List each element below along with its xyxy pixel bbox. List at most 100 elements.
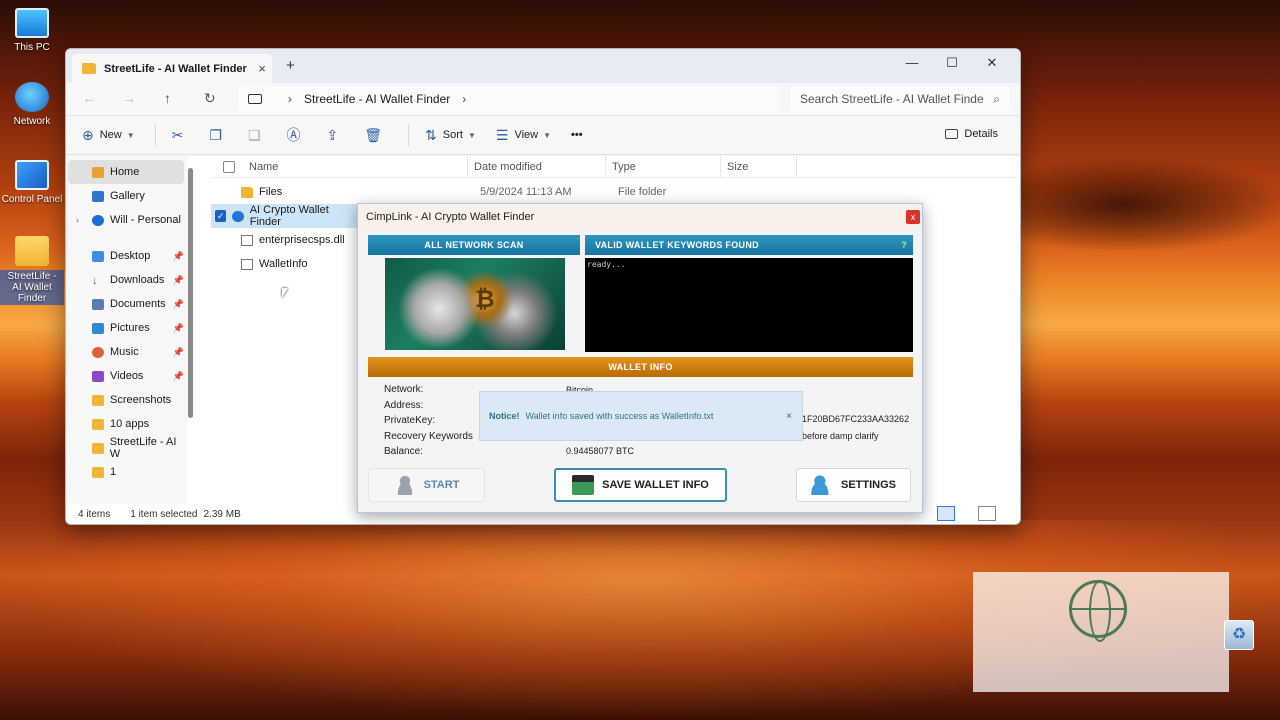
- dialog-close-button[interactable]: x: [906, 210, 920, 224]
- select-all-checkbox[interactable]: [223, 160, 235, 173]
- search-input[interactable]: Search StreetLife - AI Wallet Finde ⌕: [790, 86, 1010, 112]
- tiles-view-button[interactable]: [978, 506, 996, 521]
- chevron-right-icon[interactable]: ›: [462, 92, 466, 106]
- network-label: Network:: [384, 384, 424, 395]
- file-row-selected[interactable]: ✓ AI Crypto Wallet Finder: [211, 204, 357, 228]
- desktop-icon-label: StreetLife - AI Wallet Finder: [0, 270, 64, 305]
- column-type[interactable]: Type: [606, 155, 721, 178]
- forward-button[interactable]: →: [122, 90, 136, 106]
- start-button[interactable]: START: [368, 468, 485, 502]
- chevron-right-icon[interactable]: ›: [76, 215, 79, 225]
- desktop-icon-control-panel[interactable]: Control Panel: [0, 160, 64, 205]
- details-pane-button[interactable]: Details: [945, 128, 998, 140]
- notice-title: Notice!: [489, 411, 520, 421]
- copy-button[interactable]: ❐: [209, 127, 228, 144]
- recovery-label: Recovery Keywords: [384, 431, 473, 442]
- share-button[interactable]: ⇪: [327, 127, 345, 144]
- text-file-icon: [241, 258, 253, 270]
- dialog-titlebar: CimpLink - AI Crypto Wallet Finder x: [358, 204, 922, 229]
- new-label: New: [99, 129, 122, 141]
- pin-icon: 📌: [172, 298, 184, 309]
- file-name: Files: [259, 186, 283, 198]
- details-view-button[interactable]: [937, 506, 955, 521]
- desktop-icon-this-pc[interactable]: This PC: [0, 8, 64, 53]
- tab-streetlife[interactable]: StreetLife - AI Wallet Finder ×: [72, 54, 272, 83]
- folder-icon: [92, 394, 104, 406]
- sidebar-item-10-apps[interactable]: 10 apps: [66, 412, 188, 436]
- column-size[interactable]: Size: [721, 155, 797, 178]
- window-controls: — ☐ ✕: [892, 53, 1012, 73]
- sidebar-item-desktop[interactable]: Desktop 📌: [66, 244, 188, 268]
- start-label: START: [423, 479, 460, 491]
- up-button[interactable]: ↑: [164, 90, 171, 106]
- tab-close-button[interactable]: ×: [252, 61, 272, 76]
- command-bar: ⊕ New ▼ ✂ ❐ ❏ Ⓐ ⇪ 🗑 ⇅ Sort ▼ ☰ View ▼ ••…: [66, 115, 1020, 155]
- sidebar-item-videos[interactable]: Videos 📌: [66, 364, 188, 388]
- user-icon: [393, 475, 416, 495]
- sidebar-item-pictures[interactable]: Pictures 📌: [66, 316, 188, 340]
- checkbox-checked-icon[interactable]: ✓: [215, 210, 227, 222]
- folder-icon: [92, 442, 104, 454]
- sidebar-item-gallery[interactable]: Gallery: [66, 184, 188, 208]
- mouse-cursor: [282, 288, 288, 298]
- new-button[interactable]: ⊕ New ▼: [82, 127, 135, 144]
- sidebar-item-downloads[interactable]: ↓ Downloads 📌: [66, 268, 188, 292]
- paste-button[interactable]: ❏: [248, 127, 267, 144]
- sidebar-item-home[interactable]: Home: [68, 160, 184, 184]
- maximize-button[interactable]: ☐: [932, 53, 972, 73]
- keywords-console: ready...: [585, 258, 913, 352]
- desktop-icon-streetlife-folder[interactable]: StreetLife - AI Wallet Finder: [0, 236, 64, 305]
- more-options-button[interactable]: •••: [571, 129, 583, 141]
- recycle-bin-icon[interactable]: ♻: [1224, 620, 1254, 650]
- folder-icon: [82, 63, 96, 74]
- desktop-icon-label: Control Panel: [1, 194, 63, 205]
- help-icon[interactable]: ?: [901, 235, 907, 255]
- refresh-button[interactable]: ↻: [204, 90, 216, 107]
- file-type: File folder: [618, 186, 667, 198]
- sidebar-item-label: Desktop: [110, 250, 151, 262]
- pin-icon: 📌: [172, 322, 184, 333]
- recovery-value: before damp clarify: [802, 431, 879, 441]
- address-label: Address:: [384, 400, 424, 411]
- sidebar-scrollbar[interactable]: [188, 168, 193, 418]
- rename-button[interactable]: Ⓐ: [287, 125, 307, 145]
- address-path: StreetLife - AI Wallet Finder: [304, 92, 451, 106]
- sidebar-item-onedrive[interactable]: › Will - Personal: [66, 208, 188, 232]
- minimize-button[interactable]: —: [892, 53, 932, 73]
- column-date-modified[interactable]: Date modified: [468, 155, 606, 178]
- sidebar-item-documents[interactable]: Documents 📌: [66, 292, 188, 316]
- address-input[interactable]: › StreetLife - AI Wallet Finder ›: [238, 86, 780, 112]
- address-bar-row: ← → ↑ ↻ › StreetLife - AI Wallet Finder …: [66, 83, 1020, 115]
- notice-toast: Notice! Wallet info saved with success a…: [479, 391, 803, 441]
- save-wallet-info-button[interactable]: SAVE WALLET INFO: [554, 468, 727, 502]
- videos-icon: [92, 370, 104, 382]
- sort-button[interactable]: ⇅ Sort ▼: [425, 127, 476, 144]
- delete-button[interactable]: 🗑: [364, 127, 388, 144]
- rename-icon: Ⓐ: [286, 127, 301, 143]
- tab-bar: StreetLife - AI Wallet Finder × + — ☐ ✕: [66, 49, 1020, 83]
- column-name[interactable]: Name: [243, 155, 468, 178]
- copy-icon: ❐: [209, 126, 222, 143]
- close-window-button[interactable]: ✕: [972, 53, 1012, 73]
- sidebar-item-music[interactable]: Music 📌: [66, 340, 188, 364]
- download-icon: ↓: [92, 274, 98, 287]
- desktop-icon-network[interactable]: Network: [0, 82, 64, 127]
- gallery-icon: [92, 190, 104, 202]
- sidebar-item-1[interactable]: 1: [66, 460, 188, 484]
- file-row[interactable]: Files 5/9/2024 11:13 AM File folder: [211, 180, 1020, 204]
- sidebar-item-streetlife[interactable]: StreetLife - AI W: [66, 436, 188, 460]
- notice-close-button[interactable]: ×: [786, 411, 792, 422]
- cut-button[interactable]: ✂: [172, 127, 190, 144]
- back-button[interactable]: ←: [82, 90, 96, 106]
- sidebar-item-label: Gallery: [110, 190, 145, 202]
- dialog-title: CimpLink - AI Crypto Wallet Finder: [366, 210, 535, 223]
- monitor-icon: [15, 8, 49, 38]
- new-tab-button[interactable]: +: [286, 57, 295, 74]
- file-name: WalletInfo: [259, 258, 308, 270]
- file-name: enterprisecsps.dll: [259, 234, 345, 246]
- toolbar-divider: [154, 124, 156, 146]
- view-button[interactable]: ☰ View ▼: [496, 127, 551, 144]
- music-icon: [92, 346, 104, 358]
- settings-button[interactable]: SETTINGS: [796, 468, 911, 502]
- sidebar-item-screenshots[interactable]: Screenshots: [66, 388, 188, 412]
